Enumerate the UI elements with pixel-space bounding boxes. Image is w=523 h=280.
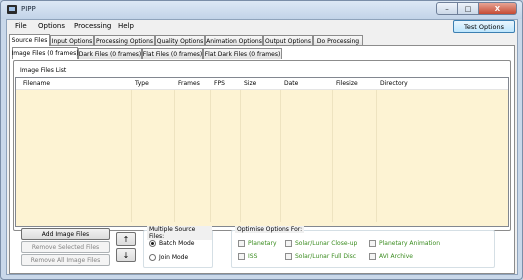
column-divider — [332, 90, 333, 222]
window-title: PIPP — [21, 5, 36, 13]
app-icon — [7, 5, 17, 14]
multiple-source-group: Multiple Source Files: Batch Mode Join M… — [143, 226, 213, 268]
menu-file[interactable]: File — [15, 22, 27, 30]
join-mode-label: Join Mode — [159, 254, 189, 261]
column-divider — [240, 90, 241, 222]
add-image-files-button[interactable]: Add Image Files — [21, 228, 110, 240]
menu-options[interactable]: Options — [38, 22, 65, 30]
planetary-checkbox[interactable]: Planetary — [238, 240, 277, 247]
move-down-button[interactable]: ↓ — [116, 248, 136, 262]
planetary-animation-label: Planetary Animation — [379, 240, 440, 247]
iss-checkbox[interactable]: ISS — [238, 253, 257, 260]
title-bar[interactable]: PIPP – □ X — [1, 1, 522, 19]
checkbox[interactable] — [285, 240, 292, 247]
column-filename[interactable]: Filename — [23, 80, 50, 87]
radio-button[interactable] — [149, 240, 156, 247]
column-type[interactable]: Type — [135, 80, 149, 87]
column-divider — [131, 90, 132, 222]
column-divider — [210, 90, 211, 222]
list-header: Filename Type Frames FPS Size Date Files… — [16, 78, 508, 90]
client-area: File Options Processing Help Test Option… — [6, 19, 518, 275]
remove-all-image-files-button[interactable]: Remove All Image Files — [21, 254, 110, 266]
maximize-button[interactable]: □ — [458, 2, 479, 15]
window-controls: – □ X — [436, 2, 517, 15]
avi-archive-checkbox[interactable]: AVI Archive — [369, 253, 413, 260]
solar-lunar-close-up-checkbox[interactable]: Solar/Lunar Close-up — [285, 240, 357, 247]
remove-selected-files-button[interactable]: Remove Selected Files — [21, 241, 110, 253]
checkbox[interactable] — [238, 240, 245, 247]
radio-button[interactable] — [149, 254, 156, 261]
image-files-list-label: Image Files List — [20, 67, 67, 74]
solar-lunar-close-up-label: Solar/Lunar Close-up — [295, 240, 358, 247]
multiple-source-label: Multiple Source Files: — [147, 226, 212, 240]
subtab-flat-dark-files[interactable]: Flat Dark Files (0 frames) — [203, 48, 282, 59]
solar-lunar-full-disc-label: Solar/Lunar Full Disc — [295, 253, 357, 260]
checkbox[interactable] — [285, 253, 292, 260]
down-arrow-icon: ↓ — [122, 250, 130, 260]
column-divider — [376, 90, 377, 222]
column-directory[interactable]: Directory — [380, 80, 408, 87]
checkbox[interactable] — [369, 253, 376, 260]
column-fps[interactable]: FPS — [214, 80, 225, 87]
join-mode-radio[interactable]: Join Mode — [149, 254, 188, 261]
planetary-animation-checkbox[interactable]: Planetary Animation — [369, 240, 440, 247]
avi-archive-label: AVI Archive — [379, 253, 413, 260]
app-window: PIPP – □ X File Options Processing Help … — [0, 0, 523, 280]
up-arrow-icon: ↑ — [122, 234, 130, 244]
test-options-button[interactable]: Test Options — [453, 20, 515, 33]
column-filesize[interactable]: Filesize — [336, 80, 358, 87]
planetary-label: Planetary — [248, 240, 277, 247]
column-date[interactable]: Date — [284, 80, 298, 87]
minimize-button[interactable]: – — [436, 2, 458, 15]
checkbox[interactable] — [369, 240, 376, 247]
menu-bar: File Options Processing Help Test Option… — [7, 20, 517, 33]
optimise-options-group: Optimise Options For: Planetary ISS Sola… — [231, 226, 495, 268]
checkbox[interactable] — [238, 253, 245, 260]
menu-processing[interactable]: Processing — [74, 22, 111, 30]
column-divider — [174, 90, 175, 222]
image-files-list[interactable]: Filename Type Frames FPS Size Date Files… — [15, 77, 509, 227]
iss-label: ISS — [248, 253, 258, 260]
column-divider — [280, 90, 281, 222]
column-size[interactable]: Size — [244, 80, 256, 87]
optimise-options-label: Optimise Options For: — [235, 226, 305, 233]
solar-lunar-full-disc-checkbox[interactable]: Solar/Lunar Full Disc — [285, 253, 356, 260]
tab-source-files[interactable]: Source Files — [9, 34, 50, 46]
subtab-dark-files[interactable]: Dark Files (0 frames) — [78, 48, 142, 59]
batch-mode-label: Batch Mode — [159, 240, 195, 247]
subtab-image-files[interactable]: Image Files (0 frames) — [11, 47, 79, 59]
column-frames[interactable]: Frames — [178, 80, 200, 87]
subtab-flat-files[interactable]: Flat Files (0 frames) — [142, 48, 203, 59]
close-button[interactable]: X — [479, 2, 517, 15]
batch-mode-radio[interactable]: Batch Mode — [149, 240, 195, 247]
menu-help[interactable]: Help — [118, 22, 134, 30]
move-up-button[interactable]: ↑ — [116, 232, 136, 246]
